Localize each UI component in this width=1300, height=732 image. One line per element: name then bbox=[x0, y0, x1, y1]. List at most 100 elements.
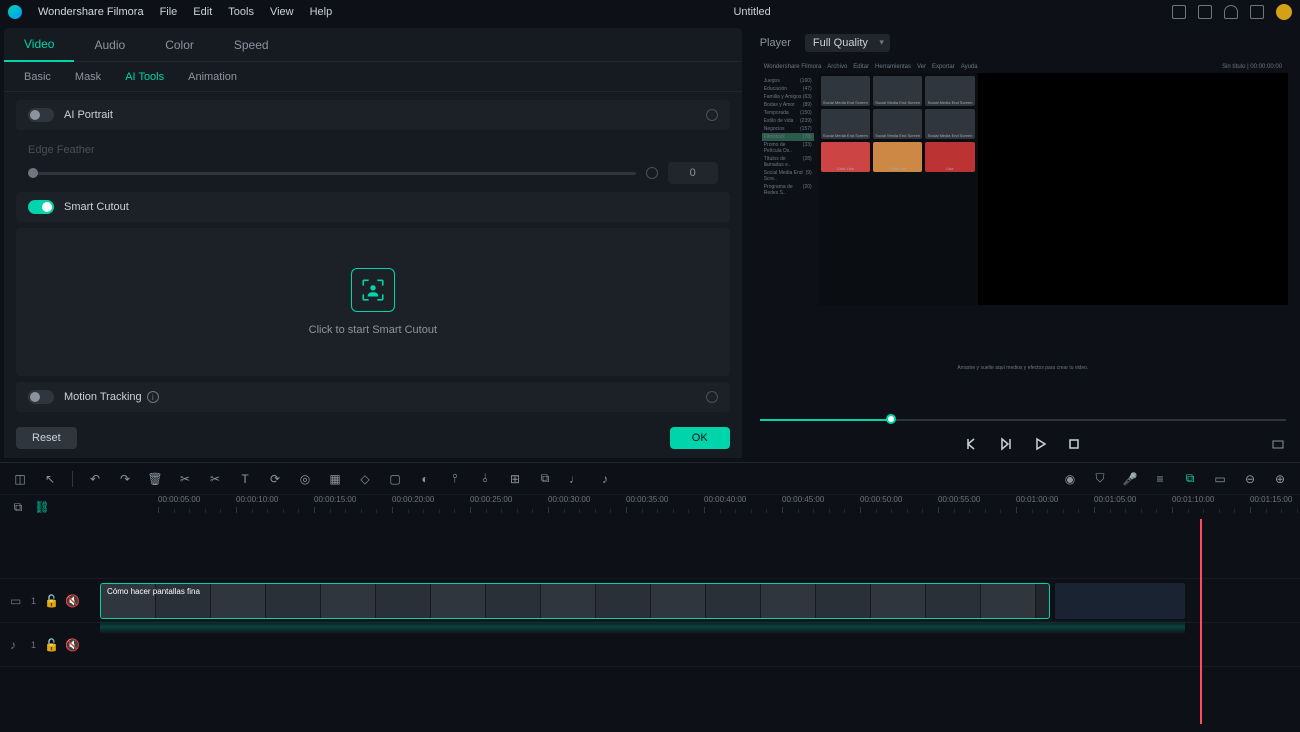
quality-select[interactable]: Full Quality bbox=[805, 34, 890, 52]
split-icon[interactable]: ✂ bbox=[177, 471, 193, 487]
ruler-tick: 00:00:30:00 bbox=[548, 495, 590, 504]
track-mute-icon[interactable]: 🔇 bbox=[65, 594, 78, 607]
menu-help[interactable]: Help bbox=[310, 6, 333, 18]
mask-tool-icon[interactable]: ▢ bbox=[387, 471, 403, 487]
tab-audio[interactable]: Audio bbox=[74, 28, 145, 62]
crop-icon[interactable]: ✂ bbox=[207, 471, 223, 487]
preview-player-black bbox=[978, 73, 1288, 304]
menubar-right bbox=[1172, 4, 1292, 20]
menu-view[interactable]: View bbox=[270, 6, 294, 18]
delete-icon[interactable]: 🗑 bbox=[147, 471, 163, 487]
preview-sidebar: Juegos(160) Educación(47) Familia y Amig… bbox=[758, 73, 818, 304]
tool-app-icon[interactable]: ◫ bbox=[12, 471, 28, 487]
layout-icon[interactable] bbox=[1172, 5, 1186, 19]
smart-cutout-toggle[interactable] bbox=[28, 200, 54, 214]
user-avatar-icon[interactable] bbox=[1276, 4, 1292, 20]
overlay-clip[interactable] bbox=[1055, 583, 1185, 619]
menubar: Wondershare Filmora File Edit Tools View… bbox=[0, 0, 1300, 24]
mic-record-icon[interactable]: 🎤 bbox=[1122, 471, 1138, 487]
audio-adjust-icon[interactable]: ⫰ bbox=[477, 471, 493, 487]
save-icon[interactable] bbox=[1198, 5, 1212, 19]
play-button[interactable] bbox=[1032, 436, 1048, 452]
menu-file[interactable]: File bbox=[160, 6, 178, 18]
track-lock-icon[interactable]: 🔓 bbox=[44, 594, 57, 607]
mixer-icon[interactable]: ≡ bbox=[1152, 471, 1168, 487]
player-panel: Player Full Quality Wondershare Filmora … bbox=[750, 28, 1296, 458]
ruler-tick: 00:00:10:00 bbox=[236, 495, 278, 504]
adjust-icon[interactable]: ⫯ bbox=[447, 471, 463, 487]
audio-lock-icon[interactable]: 🔓 bbox=[44, 638, 57, 651]
smart-cutout-area: Click to start Smart Cutout bbox=[16, 228, 730, 376]
tabs-primary: Video Audio Color Speed bbox=[4, 28, 742, 62]
ruler-tick: 00:00:40:00 bbox=[704, 495, 746, 504]
magnet-icon[interactable]: ⧉ bbox=[1182, 471, 1198, 487]
ai-portrait-row: AI Portrait bbox=[16, 100, 730, 130]
timeline-toolbar: ◫ ↖ ↶ ↷ 🗑 ✂ ✂ T ⟳ ◎ ▦ ◇ ▢ ◐ ⫯ ⫰ ⊞ ⧉ ♩ ♪ … bbox=[0, 463, 1300, 495]
speed-icon[interactable]: ⟳ bbox=[267, 471, 283, 487]
tab-video[interactable]: Video bbox=[4, 28, 74, 62]
stop-button[interactable] bbox=[1066, 436, 1082, 452]
edge-feather-reset-icon[interactable] bbox=[646, 167, 658, 179]
ruler-tick: 00:00:50:00 bbox=[860, 495, 902, 504]
shield-icon[interactable]: ⛉ bbox=[1092, 471, 1108, 487]
more-tool-4-icon[interactable]: ♪ bbox=[597, 471, 613, 487]
text-icon[interactable]: T bbox=[237, 471, 253, 487]
ok-button[interactable]: OK bbox=[670, 427, 730, 449]
snapshot-icon[interactable] bbox=[1270, 436, 1286, 452]
reset-button[interactable]: Reset bbox=[16, 427, 77, 449]
track-manage-icon[interactable]: ⧉ bbox=[10, 499, 26, 515]
keyframe-icon[interactable]: ◇ bbox=[357, 471, 373, 487]
edge-feather-slider[interactable] bbox=[28, 172, 636, 175]
subtab-mask[interactable]: Mask bbox=[75, 71, 101, 83]
smart-cutout-start-button[interactable] bbox=[351, 268, 395, 312]
preview-app-name: Wondershare Filmora bbox=[764, 64, 822, 70]
edge-feather-value[interactable]: 0 bbox=[668, 162, 718, 184]
tab-speed[interactable]: Speed bbox=[214, 28, 289, 62]
step-back-button[interactable] bbox=[964, 436, 980, 452]
cloud-icon[interactable] bbox=[1224, 5, 1238, 19]
info-icon[interactable]: i bbox=[147, 391, 159, 403]
more-tool-3-icon[interactable]: ♩ bbox=[567, 471, 583, 487]
undo-icon[interactable]: ↶ bbox=[87, 471, 103, 487]
fit-icon[interactable]: ▭ bbox=[1212, 471, 1228, 487]
motion-tracking-reset-icon[interactable] bbox=[706, 391, 718, 403]
apps-icon[interactable] bbox=[1250, 5, 1264, 19]
ruler-tick: 00:00:15:00 bbox=[314, 495, 356, 504]
play-forward-button[interactable] bbox=[998, 436, 1014, 452]
audio-track-row[interactable] bbox=[100, 623, 1300, 667]
audio-mute-icon[interactable]: 🔇 bbox=[65, 638, 78, 651]
playhead[interactable] bbox=[1200, 519, 1202, 724]
ruler-tick: 00:01:00:00 bbox=[1016, 495, 1058, 504]
more-tool-2-icon[interactable]: ⧉ bbox=[537, 471, 553, 487]
ai-portrait-reset-icon[interactable] bbox=[706, 109, 718, 121]
subtab-animation[interactable]: Animation bbox=[188, 71, 237, 83]
subtab-basic[interactable]: Basic bbox=[24, 71, 51, 83]
video-clip[interactable]: Cómo hacer pantallas fina bbox=[100, 583, 1050, 619]
edge-feather-label: Edge Feather bbox=[28, 144, 718, 156]
preview-viewport[interactable]: Wondershare Filmora Archivo Editar Herra… bbox=[758, 61, 1288, 404]
video-track-row[interactable]: Cómo hacer pantallas fina bbox=[100, 579, 1300, 623]
color-icon[interactable]: ◎ bbox=[297, 471, 313, 487]
effects-icon[interactable]: ▦ bbox=[327, 471, 343, 487]
tool-pointer-icon[interactable]: ↖ bbox=[42, 471, 58, 487]
zoom-out-icon[interactable]: ⊖ bbox=[1242, 471, 1258, 487]
zoom-in-icon[interactable]: ⊕ bbox=[1272, 471, 1288, 487]
greenscreen-icon[interactable]: ◐ bbox=[417, 471, 433, 487]
playback-slider[interactable] bbox=[760, 413, 1286, 427]
track-content[interactable]: Cómo hacer pantallas fina bbox=[100, 519, 1300, 724]
timeline-ruler[interactable]: ⧉ ⛓ 00:00:05:0000:00:10:0000:00:15:0000:… bbox=[0, 495, 1300, 519]
tab-color[interactable]: Color bbox=[145, 28, 214, 62]
more-tool-1-icon[interactable]: ⊞ bbox=[507, 471, 523, 487]
link-icon[interactable]: ⛓ bbox=[34, 499, 50, 515]
motion-tracking-toggle[interactable] bbox=[28, 390, 54, 404]
ai-portrait-toggle[interactable] bbox=[28, 108, 54, 122]
menu-tools[interactable]: Tools bbox=[228, 6, 254, 18]
menu-edit[interactable]: Edit bbox=[193, 6, 212, 18]
marker-icon[interactable]: ◉ bbox=[1062, 471, 1078, 487]
document-title: Untitled bbox=[348, 6, 1156, 18]
player-label: Player bbox=[760, 37, 791, 49]
app-logo-icon bbox=[8, 5, 22, 19]
subtab-ai-tools[interactable]: AI Tools bbox=[125, 71, 164, 83]
person-cutout-icon bbox=[360, 277, 386, 303]
redo-icon[interactable]: ↷ bbox=[117, 471, 133, 487]
